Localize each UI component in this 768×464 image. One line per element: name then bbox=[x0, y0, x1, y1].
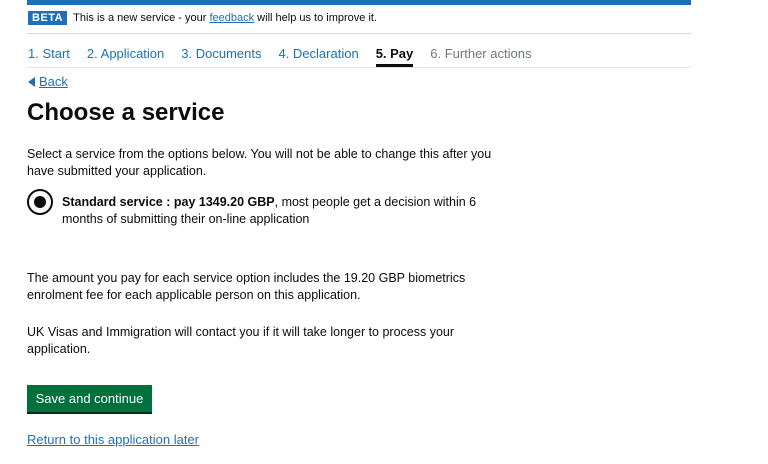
step-start[interactable]: 1. Start bbox=[28, 46, 70, 67]
step-pay: 5. Pay bbox=[375, 46, 413, 67]
progress-steps: 1. Start 2. Application 3. Documents 4. … bbox=[28, 46, 548, 67]
save-and-continue-button[interactable]: Save and continue bbox=[27, 385, 152, 412]
standard-service-option[interactable]: Standard service : pay 1349.20 GBP, most… bbox=[27, 189, 492, 228]
return-later-link[interactable]: Return to this application later bbox=[27, 432, 199, 447]
step-application[interactable]: 2. Application bbox=[87, 46, 164, 67]
radio-selected-dot bbox=[34, 196, 46, 208]
step-documents[interactable]: 3. Documents bbox=[181, 46, 261, 67]
left-triangle-icon bbox=[28, 76, 35, 87]
intro-text: Select a service from the options below.… bbox=[27, 147, 492, 178]
back-link-label: Back bbox=[39, 74, 68, 89]
amount-info-text: The amount you pay for each service opti… bbox=[27, 271, 466, 302]
standard-service-label: Standard service : pay 1349.20 GBP, most… bbox=[62, 194, 492, 228]
page-title: Choose a service bbox=[27, 99, 225, 126]
beta-tag: BETA bbox=[28, 11, 68, 25]
contact-info-text: UK Visas and Immigration will contact yo… bbox=[27, 325, 455, 356]
radio-button[interactable] bbox=[27, 189, 53, 215]
step-further-actions: 6. Further actions bbox=[430, 46, 532, 61]
header-bar bbox=[27, 0, 691, 5]
feedback-link[interactable]: feedback bbox=[209, 12, 254, 24]
divider bbox=[27, 67, 691, 68]
standard-service-price: Standard service : pay 1349.20 GBP bbox=[62, 195, 275, 209]
phase-banner-text-before: This is a new service - your bbox=[73, 12, 210, 24]
back-link[interactable]: Back bbox=[28, 74, 68, 89]
phase-banner-text-after: will help us to improve it. bbox=[254, 12, 378, 24]
step-declaration[interactable]: 4. Declaration bbox=[278, 46, 358, 67]
phase-banner: BETA This is a new service - your feedba… bbox=[28, 11, 377, 25]
divider bbox=[27, 33, 691, 34]
phase-banner-text: This is a new service - your feedback wi… bbox=[73, 12, 377, 24]
